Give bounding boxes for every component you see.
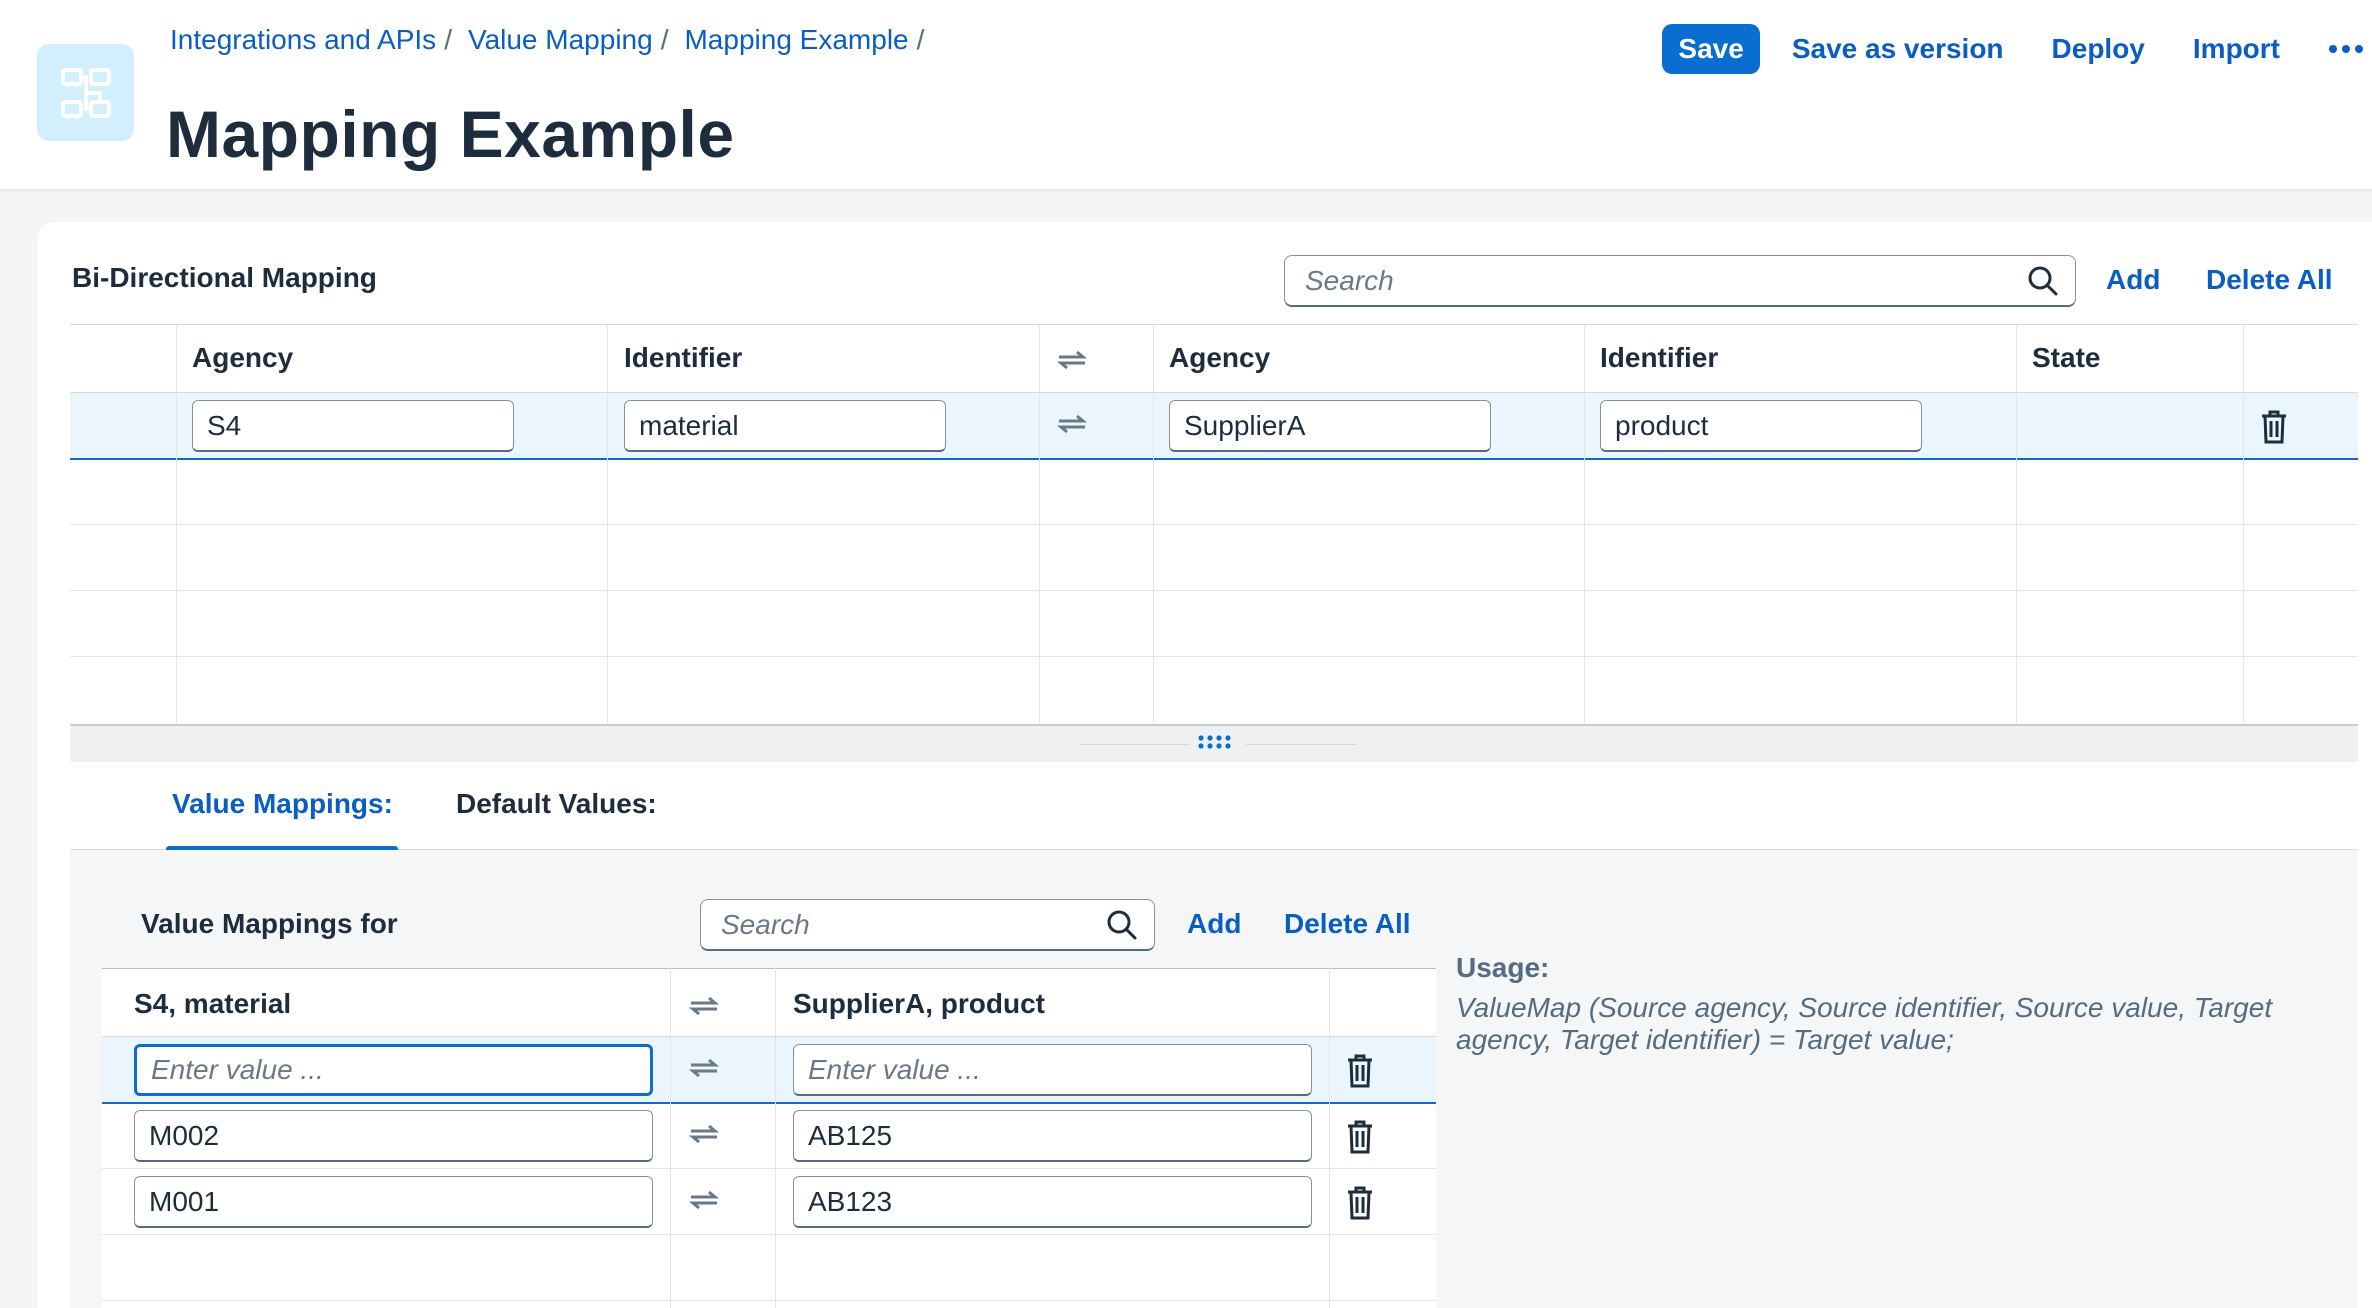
column-header-source-agency: Agency	[192, 342, 294, 373]
tab-default-values[interactable]: Default Values:	[456, 788, 657, 820]
search-icon[interactable]	[1100, 909, 1144, 941]
delete-row-trash-icon[interactable]	[1342, 1184, 1378, 1222]
breadcrumb-separator: /	[916, 24, 925, 55]
save-as-version-button[interactable]: Save as version	[1792, 33, 2004, 65]
swap-arrows-icon	[1054, 346, 1090, 374]
breadcrumb-value-mapping-link[interactable]: Value Mapping	[468, 24, 653, 56]
source-value-input[interactable]	[134, 1176, 653, 1228]
new-target-value-input[interactable]	[793, 1044, 1312, 1096]
column-header-target-agency: Agency	[1169, 342, 1271, 373]
delete-row-trash-icon[interactable]	[1342, 1118, 1378, 1156]
bidirectional-delete-all-button[interactable]: Delete All	[2206, 264, 2333, 296]
swap-arrows-icon	[686, 1186, 722, 1214]
bidirectional-mapping-title: Bi-Directional Mapping	[72, 262, 377, 293]
column-header-target-values: SupplierA, product	[793, 988, 1045, 1019]
value-mappings-search-input[interactable]	[701, 908, 1100, 941]
splitter-bar[interactable]	[70, 724, 2358, 762]
import-button[interactable]: Import	[2193, 33, 2280, 65]
drag-handle-icon[interactable]	[1197, 734, 1231, 755]
breadcrumb: Integrations and APIs / Value Mapping / …	[170, 24, 940, 56]
column-header-state: State	[2032, 342, 2101, 373]
swap-arrows-icon	[686, 992, 722, 1020]
tab-value-mappings[interactable]: Value Mappings:	[172, 788, 393, 820]
column-header-source-values: S4, material	[134, 988, 292, 1019]
bidirectional-add-button[interactable]: Add	[2106, 264, 2160, 296]
search-icon[interactable]	[2021, 265, 2065, 297]
breadcrumb-mapping-example-link[interactable]: Mapping Example	[684, 24, 908, 56]
value-mappings-for-title: Value Mappings for	[141, 908, 398, 939]
more-horizontal-icon[interactable]	[2328, 44, 2372, 54]
page-title: Mapping Example	[166, 97, 735, 171]
value-mapping-app-icon	[37, 44, 134, 141]
source-agency-input[interactable]	[192, 400, 514, 452]
header-actions: Save Save as version Deploy Import	[1662, 24, 2372, 74]
swap-arrows-icon	[1054, 410, 1090, 438]
save-button[interactable]: Save	[1662, 24, 1760, 74]
swap-arrows-icon	[686, 1054, 722, 1082]
breadcrumb-separator: /	[444, 24, 452, 55]
deploy-button[interactable]: Deploy	[2052, 33, 2145, 65]
delete-row-trash-icon[interactable]	[1342, 1052, 1378, 1090]
bidirectional-search-field[interactable]	[1284, 255, 2076, 307]
target-value-input[interactable]	[793, 1110, 1312, 1162]
column-header-target-identifier: Identifier	[1600, 342, 1719, 373]
target-agency-input[interactable]	[1169, 400, 1491, 452]
target-identifier-input[interactable]	[1600, 400, 1922, 452]
usage-label: Usage:	[1456, 952, 1550, 983]
breadcrumb-integrations-link[interactable]: Integrations and APIs	[170, 24, 436, 56]
value-mappings-search-field[interactable]	[700, 899, 1155, 951]
breadcrumb-separator: /	[660, 24, 669, 55]
source-value-input[interactable]	[134, 1110, 653, 1162]
delete-row-trash-icon[interactable]	[2256, 408, 2292, 446]
bidirectional-search-input[interactable]	[1285, 264, 2021, 297]
swap-arrows-icon	[686, 1120, 722, 1148]
value-mappings-add-button[interactable]: Add	[1187, 908, 1241, 940]
usage-text: ValueMap (Source agency, Source identifi…	[1456, 992, 2273, 1055]
bidirectional-table	[70, 324, 2358, 724]
new-source-value-input[interactable]	[134, 1044, 653, 1096]
source-identifier-input[interactable]	[624, 400, 946, 452]
value-mappings-delete-all-button[interactable]: Delete All	[1284, 908, 1411, 940]
column-header-source-identifier: Identifier	[624, 342, 743, 373]
target-value-input[interactable]	[793, 1176, 1312, 1228]
tab-bar: Value Mappings: Default Values:	[70, 762, 2358, 852]
page-header: Integrations and APIs / Value Mapping / …	[0, 0, 2372, 190]
